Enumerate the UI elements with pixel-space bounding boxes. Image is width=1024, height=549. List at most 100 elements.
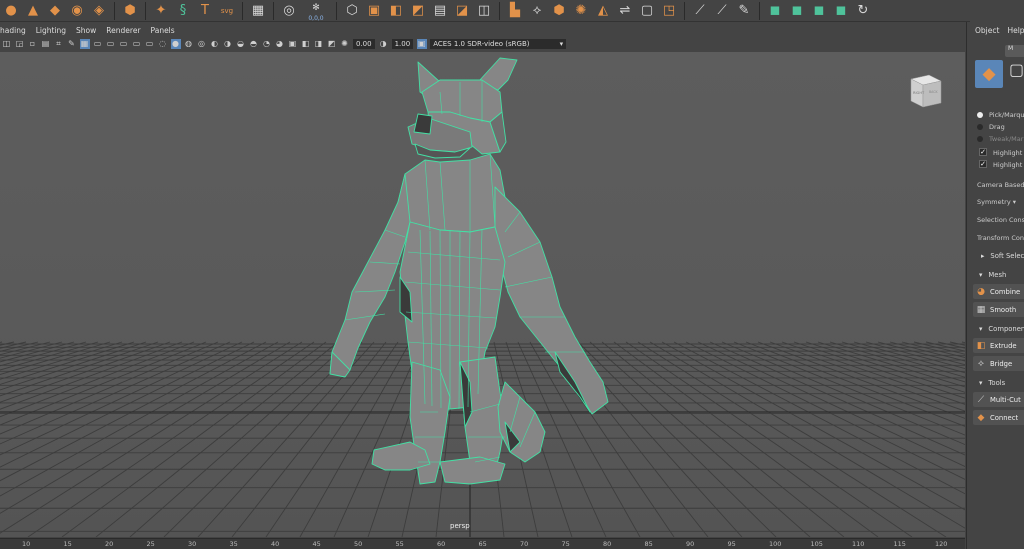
pen-icon[interactable]: ✎ [735, 3, 753, 19]
depth-of-field-icon[interactable]: ◕ [275, 39, 285, 49]
teal-cube-icon-2[interactable]: ◼ [788, 3, 806, 19]
smooth-button[interactable]: ▦ Smooth [973, 302, 1024, 317]
highlight-checkbox-2[interactable]: ✓ [979, 160, 987, 168]
grid-toggle-icon[interactable]: ▦ [79, 39, 90, 49]
cube-icon[interactable]: ◆ [46, 3, 64, 19]
field-chart-icon[interactable]: ▭ [132, 39, 142, 49]
menu-lighting[interactable]: Lighting [36, 26, 66, 35]
menu-renderer[interactable]: Renderer [106, 26, 140, 35]
smooth-shade-icon[interactable]: ● [170, 39, 181, 49]
color-management-icon[interactable]: ▣ [416, 39, 427, 49]
multicut-button[interactable]: ⟋ Multi-Cut [973, 392, 1024, 407]
snap-icon[interactable]: ✻ 0,0,0 [302, 3, 330, 22]
boolean-icon[interactable]: ⇌ [616, 3, 634, 19]
extrude-shelf-icon[interactable]: ◧ [387, 3, 405, 19]
merge-icon[interactable]: ▣ [365, 3, 383, 19]
bridge-shelf-icon[interactable]: ▤ [431, 3, 449, 19]
ambient-occlusion-icon[interactable]: ◒ [236, 39, 246, 49]
fill-hole-icon[interactable]: ◪ [453, 3, 471, 19]
teal-cube-icon-3[interactable]: ◼ [810, 3, 828, 19]
teal-cube-icon-4[interactable]: ◼ [832, 3, 850, 19]
teal-arrow-icon[interactable]: ↻ [854, 3, 872, 19]
highlight-checkbox-1[interactable]: ✓ [979, 148, 987, 156]
node-icon[interactable]: ⬡ [343, 3, 361, 19]
grease-pencil-icon[interactable]: ✎ [67, 39, 77, 49]
soft-select-header[interactable]: ▸ Soft Selec [971, 252, 1024, 263]
fox-character-model[interactable] [0, 52, 965, 537]
shadows-icon[interactable]: ◑ [223, 39, 233, 49]
camera-icon[interactable]: ◎ [280, 3, 298, 19]
exposure-field[interactable]: 0.00 [353, 39, 375, 49]
drag-radio[interactable] [977, 124, 983, 130]
isolate-select-icon[interactable]: ▣ [288, 39, 298, 49]
teal-cube-icon[interactable]: ◼ [766, 3, 784, 19]
combine-shelf-icon[interactable]: ▙ [506, 3, 524, 19]
menu-show[interactable]: Show [76, 26, 96, 35]
edit-loop-icon[interactable]: ⟋ [713, 3, 731, 19]
menu-panels[interactable]: Panels [151, 26, 175, 35]
gamma-icon[interactable]: ◑ [378, 39, 388, 49]
xray-joints-icon[interactable]: ◨ [314, 39, 324, 49]
pipe-icon[interactable]: ◈ [90, 3, 108, 19]
film-gate-icon[interactable]: ▭ [93, 39, 103, 49]
separate-shelf-icon[interactable]: ⟡ [528, 3, 546, 19]
quad-draw-icon[interactable]: ▢ [638, 3, 656, 19]
svg-tool-icon[interactable]: svg [218, 3, 236, 19]
grid-icon[interactable]: ▦ [249, 3, 267, 19]
wireframe-on-shaded-icon[interactable]: ◍ [184, 39, 194, 49]
textured-icon[interactable]: ◎ [197, 39, 207, 49]
resolution-gate-icon[interactable]: ▭ [106, 39, 116, 49]
exposure-icon[interactable]: ✺ [340, 39, 350, 49]
wireframe-icon[interactable]: ◌ [158, 39, 168, 49]
symmetry-label[interactable]: Symmetry ▾ [977, 198, 1016, 206]
combine-button[interactable]: ◕ Combine [973, 284, 1024, 299]
view-cube[interactable]: RIGHT BACK [907, 71, 945, 109]
uv-icon[interactable]: ◳ [660, 3, 678, 19]
backface-culling-icon[interactable]: ◩ [327, 39, 337, 49]
two-d-pan-icon[interactable]: ⌗ [54, 39, 64, 49]
extrude-button[interactable]: ◧ Extrude [973, 338, 1024, 353]
sphere-icon[interactable]: ● [2, 3, 20, 19]
menu-shading[interactable]: hading [0, 26, 26, 35]
reduce-icon[interactable]: ✺ [572, 3, 590, 19]
helix-icon[interactable]: § [174, 3, 192, 19]
pick-marquee-radio[interactable] [977, 112, 983, 118]
components-section-header[interactable]: ▾ Componen [971, 325, 1024, 336]
toolkit-tab[interactable]: M [1005, 45, 1024, 57]
connect-button[interactable]: ◆ Connect [973, 410, 1024, 425]
text-tool-icon[interactable]: T [196, 3, 214, 19]
bridge-button[interactable]: ⟡ Bridge [973, 356, 1024, 371]
menu-object[interactable]: Object [975, 26, 999, 35]
target-weld-icon[interactable]: ◫ [475, 3, 493, 19]
bookmark-icon[interactable]: ▫ [28, 39, 38, 49]
image-plane-icon[interactable]: ▤ [41, 39, 51, 49]
tools-section-header[interactable]: ▾ Tools [971, 379, 1024, 390]
mirror-icon[interactable]: ◭ [594, 3, 612, 19]
transform-constraint-label[interactable]: Transform Con [977, 234, 1024, 242]
lights-icon[interactable]: ◐ [210, 39, 220, 49]
object-mode-button[interactable]: ◆ [975, 60, 1003, 88]
safe-action-icon[interactable]: ▭ [145, 39, 155, 49]
bevel-shelf-icon[interactable]: ◩ [409, 3, 427, 19]
knife-icon[interactable]: ⟋ [691, 3, 709, 19]
lock-camera-icon[interactable]: ◲ [15, 39, 25, 49]
gamma-field[interactable]: 1.00 [391, 39, 414, 49]
soccer-ball-icon[interactable]: ⬢ [121, 3, 139, 19]
motion-blur-icon[interactable]: ◓ [249, 39, 259, 49]
smooth-shelf-icon[interactable]: ⬢ [550, 3, 568, 19]
mesh-section-header[interactable]: ▾ Mesh [971, 271, 1024, 282]
tweak-marquee-radio[interactable] [977, 136, 983, 142]
select-camera-icon[interactable]: ◫ [2, 39, 12, 49]
anti-aliasing-icon[interactable]: ◔ [262, 39, 272, 49]
torus-icon[interactable]: ◉ [68, 3, 86, 19]
gate-mask-icon[interactable]: ▭ [119, 39, 129, 49]
camera-based-selection[interactable]: Camera Based S [977, 181, 1024, 189]
cone-icon[interactable]: ▲ [24, 3, 42, 19]
xray-icon[interactable]: ◧ [301, 39, 311, 49]
selection-constraint-label[interactable]: Selection Cons [977, 216, 1024, 224]
menu-help[interactable]: Help [1007, 26, 1024, 35]
color-space-select[interactable]: ACES 1.0 SDR-video (sRGB) ▾ [430, 39, 567, 49]
time-slider[interactable]: 10 15 20 25 30 35 40 45 50 55 60 65 70 75 80 85 90 95 100 1… [0, 538, 965, 549]
perspective-viewport[interactable]: RIGHT BACK persp [0, 52, 965, 537]
star-icon[interactable]: ✦ [152, 3, 170, 19]
